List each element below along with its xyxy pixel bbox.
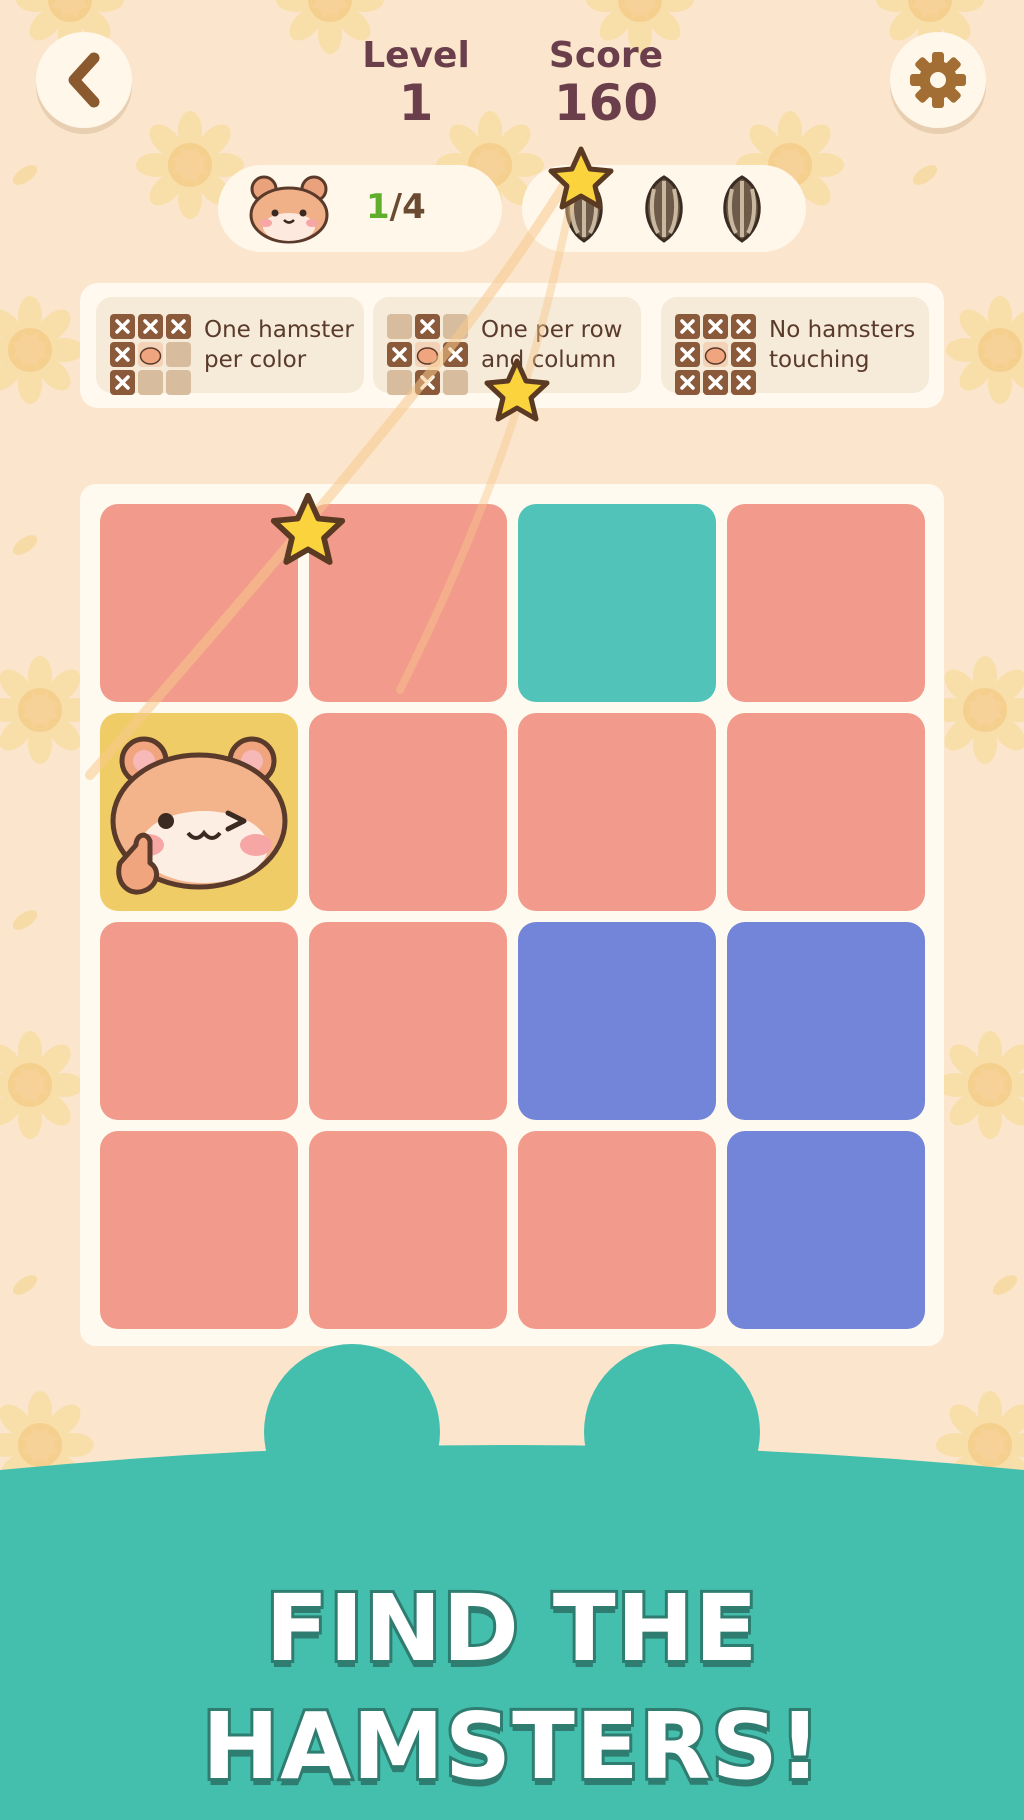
score-value: 160 — [553, 74, 659, 132]
star-icon — [484, 358, 550, 422]
cta-line: FIND THE — [262, 1572, 760, 1685]
rule-no-touching: No hamsters touching — [661, 297, 929, 395]
settings-button[interactable] — [890, 32, 986, 128]
board-cell[interactable] — [727, 713, 925, 911]
board-cell[interactable] — [727, 922, 925, 1120]
back-button[interactable] — [36, 32, 132, 128]
board-cell[interactable] — [100, 1131, 298, 1329]
find-the-hamsters-banner: FIND THE HAMSTERS! — [0, 1570, 1024, 1806]
board-cell[interactable] — [518, 922, 716, 1120]
cta-line: HAMSTERS! — [199, 1690, 824, 1803]
board-cell[interactable] — [727, 504, 925, 702]
board-cell[interactable] — [100, 922, 298, 1120]
star-icon — [270, 492, 346, 565]
rule-diagram-no-touching-icon — [675, 314, 756, 395]
star-icon — [548, 146, 614, 210]
board-cell[interactable] — [309, 1131, 507, 1329]
level-display: Level 1 — [346, 35, 486, 132]
board-cell[interactable] — [727, 1131, 925, 1329]
score-display: Score 160 — [536, 35, 676, 132]
rule-text-line: touching — [769, 347, 870, 373]
chevron-left-icon — [68, 52, 100, 108]
board-cell[interactable] — [309, 922, 507, 1120]
rule-text-line: No hamsters — [769, 317, 916, 343]
gear-icon — [910, 52, 966, 108]
sparkle-trail — [85, 155, 585, 780]
sunflower-seed-icon — [723, 175, 761, 243]
board-cell[interactable] — [518, 1131, 716, 1329]
level-value: 1 — [398, 74, 434, 132]
sunflower-seed-icon — [645, 175, 683, 243]
level-label: Level — [362, 35, 470, 76]
score-label: Score — [548, 35, 664, 76]
